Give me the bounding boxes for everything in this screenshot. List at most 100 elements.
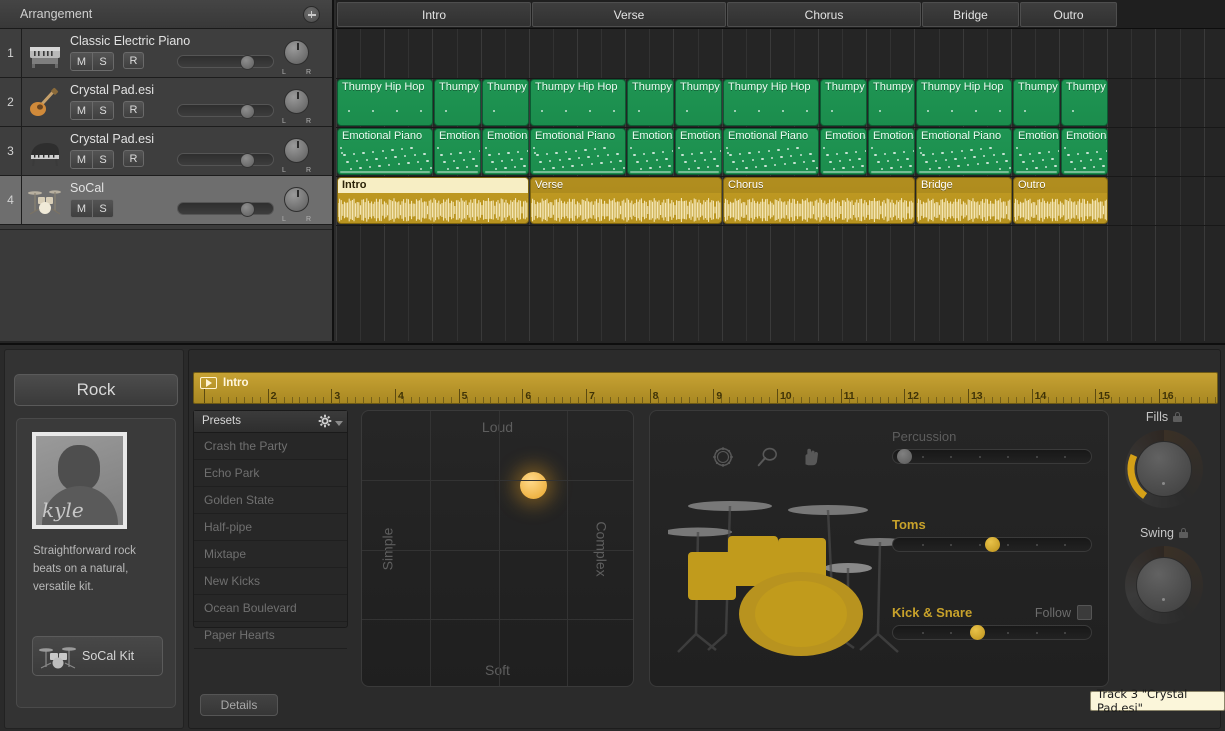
record-enable-button[interactable]: R — [123, 52, 144, 69]
volume-slider[interactable] — [177, 55, 274, 70]
volume-slider[interactable] — [177, 202, 274, 217]
tambourine-icon[interactable] — [712, 446, 734, 473]
preset-item[interactable]: Mixtape — [194, 541, 347, 568]
solo-button[interactable]: S — [92, 53, 113, 70]
arrangement-marker[interactable]: Outro — [1020, 2, 1117, 27]
volume-knob[interactable] — [239, 55, 255, 70]
midi-region[interactable]: Emotional Piano — [434, 128, 481, 175]
arrangement-marker[interactable]: Verse — [532, 2, 726, 27]
xy-pad-puck[interactable] — [520, 472, 548, 500]
volume-slider[interactable] — [177, 153, 274, 168]
timeline-ruler[interactable]: Intro 2 3 4 5 6 7 8 9 10 11 12 13 14 15 16 — [193, 372, 1218, 404]
solo-button[interactable]: S — [92, 200, 113, 217]
midi-region[interactable]: Thumpy — [820, 79, 867, 126]
solo-button[interactable]: S — [92, 102, 113, 119]
midi-region[interactable]: Thumpy Hip Hop — [530, 79, 626, 126]
midi-region[interactable]: Emotional Piano — [820, 128, 867, 175]
midi-region[interactable]: Thumpy — [1013, 79, 1060, 126]
region-label: Thumpy — [1066, 81, 1106, 93]
follow-control[interactable]: Follow — [1035, 605, 1092, 620]
preset-item[interactable]: Paper Hearts — [194, 622, 347, 649]
slider-track[interactable] — [892, 449, 1092, 464]
midi-region[interactable]: Emotional Piano — [868, 128, 915, 175]
slider-knob[interactable] — [896, 449, 912, 464]
audio-region[interactable]: Outro — [1013, 177, 1108, 224]
region-label: Emotional Piano — [728, 130, 809, 142]
midi-region[interactable]: Emotional Piano — [530, 128, 626, 175]
plus-circle-icon[interactable] — [303, 6, 320, 23]
presets-header: Presets — [194, 411, 347, 433]
midi-region[interactable]: Thumpy — [1061, 79, 1108, 126]
ruler-sub-tick — [1079, 397, 1081, 403]
knob[interactable] — [1125, 430, 1203, 508]
preset-item[interactable]: Ocean Boulevard — [194, 595, 347, 622]
midi-region[interactable]: Emotional Piano — [627, 128, 674, 175]
track-row[interactable]: 2 Crystal Pad.esi M S R L R — [0, 78, 332, 127]
shaker-icon[interactable] — [756, 446, 778, 473]
track-row[interactable]: 4 SoCal M S L R — [0, 176, 332, 225]
arrangement-marker[interactable]: Chorus — [727, 2, 921, 27]
xy-pad[interactable]: Loud Soft Simple Complex — [361, 410, 634, 687]
preset-item[interactable]: Half-pipe — [194, 514, 347, 541]
pan-knob[interactable] — [284, 89, 309, 114]
track-row[interactable]: 3 Crystal Pad.esi M S R L R — [0, 127, 332, 176]
play-icon[interactable] — [200, 376, 217, 389]
preset-item[interactable]: Crash the Party — [194, 433, 347, 460]
details-button[interactable]: Details — [200, 694, 278, 716]
record-enable-button[interactable]: R — [123, 150, 144, 167]
mute-button[interactable]: M — [71, 53, 92, 70]
midi-region[interactable]: Emotional Piano — [723, 128, 819, 175]
slider-knob[interactable] — [984, 537, 1000, 552]
midi-region[interactable]: Thumpy — [627, 79, 674, 126]
track-row[interactable]: 1 Classic Electric Piano M S R L R — [0, 29, 332, 78]
arrangement-marker[interactable]: Intro — [337, 2, 531, 27]
region-label: Thumpy Hip Hop — [342, 81, 425, 93]
audio-region[interactable]: Verse — [530, 177, 722, 224]
preset-item[interactable]: New Kicks — [194, 568, 347, 595]
midi-region[interactable]: Thumpy Hip Hop — [337, 79, 433, 126]
mute-button[interactable]: M — [71, 200, 92, 217]
mute-button[interactable]: M — [71, 102, 92, 119]
slider-track[interactable] — [892, 625, 1092, 640]
pan-knob[interactable] — [284, 40, 309, 65]
lock-icon[interactable] — [1179, 528, 1189, 538]
handclap-icon[interactable] — [800, 446, 822, 473]
preset-item[interactable]: Golden State — [194, 487, 347, 514]
midi-region[interactable]: Thumpy — [434, 79, 481, 126]
midi-region[interactable]: Emotional Piano — [482, 128, 529, 175]
volume-knob[interactable] — [239, 104, 255, 119]
pan-knob[interactable] — [284, 187, 309, 212]
midi-region[interactable]: Thumpy Hip Hop — [916, 79, 1012, 126]
preset-item[interactable]: Echo Park — [194, 460, 347, 487]
genre-button[interactable]: Rock — [14, 374, 178, 406]
midi-region[interactable]: Thumpy — [868, 79, 915, 126]
midi-region[interactable]: Emotional Piano — [337, 128, 433, 175]
region-label: Emotional Piano — [342, 130, 423, 142]
midi-region[interactable]: Thumpy — [482, 79, 529, 126]
timeline-grid[interactable]: Thumpy Hip Hop Thumpy Thumpy Thumpy Hip Hop… — [336, 29, 1225, 341]
slider-track[interactable] — [892, 537, 1092, 552]
midi-region[interactable]: Emotional Piano — [1013, 128, 1060, 175]
audio-region[interactable]: Chorus — [723, 177, 915, 224]
presets-menu-button[interactable] — [318, 414, 343, 433]
slider-knob[interactable] — [969, 625, 985, 640]
volume-knob[interactable] — [239, 202, 255, 217]
midi-region[interactable]: Emotional Piano — [1061, 128, 1108, 175]
midi-region[interactable]: Emotional Piano — [916, 128, 1012, 175]
volume-slider[interactable] — [177, 104, 274, 119]
solo-button[interactable]: S — [92, 151, 113, 168]
lock-icon[interactable] — [1173, 412, 1183, 422]
record-enable-button[interactable]: R — [123, 101, 144, 118]
follow-checkbox[interactable] — [1077, 605, 1092, 620]
mute-button[interactable]: M — [71, 151, 92, 168]
kit-button[interactable]: SoCal Kit — [32, 636, 163, 676]
audio-region[interactable]: Intro — [337, 177, 529, 224]
audio-region[interactable]: Bridge — [916, 177, 1012, 224]
midi-region[interactable]: Emotional Piano — [675, 128, 722, 175]
knob[interactable] — [1125, 546, 1203, 624]
arrangement-marker[interactable]: Bridge — [922, 2, 1019, 27]
volume-knob[interactable] — [239, 153, 255, 168]
pan-knob[interactable] — [284, 138, 309, 163]
midi-region[interactable]: Thumpy Hip Hop — [723, 79, 819, 126]
midi-region[interactable]: Thumpy — [675, 79, 722, 126]
